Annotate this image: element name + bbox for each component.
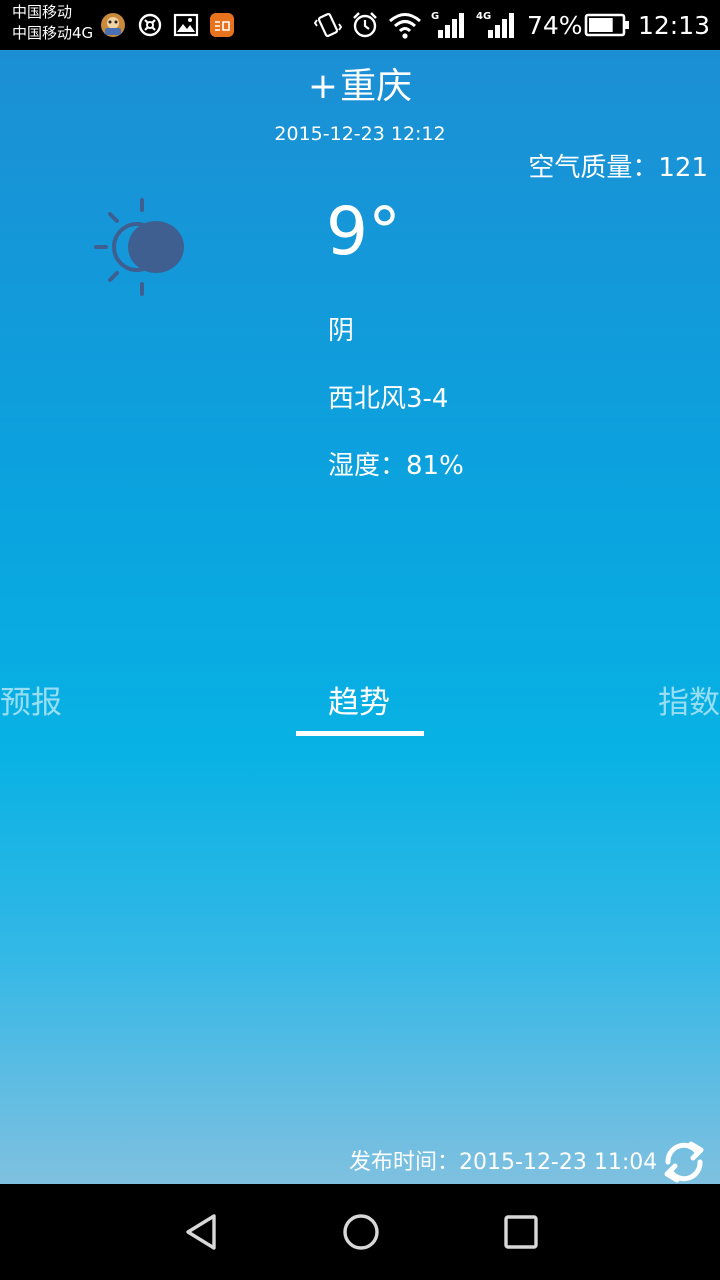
signal-4g-icon: 4G (476, 11, 514, 38)
tab-forecast[interactable]: 预报 (0, 683, 62, 723)
weather-panel: +重庆 2015-12-23 12:12 空气质量：121 9° 阴 西北风3-… (0, 50, 720, 1184)
365-app-icon (210, 13, 234, 37)
city-header[interactable]: +重庆 (0, 66, 720, 108)
vibrate-icon (314, 12, 342, 38)
status-clock: 12:13 (638, 11, 711, 40)
humidity-info: 湿度：81% (328, 451, 464, 481)
air-quality-value: 121 (658, 153, 708, 183)
carrier-label-2: 中国移动4G (12, 24, 94, 42)
weather-date: 2015-12-23 12:12 (274, 123, 446, 145)
alarm-icon (353, 12, 377, 38)
battery-percentage: 74% (527, 11, 583, 40)
phone-screen: 中国移动 中国移动4G G 4G 74% 12:13 +重庆 2015-12-2… (0, 0, 720, 1280)
signal-4g-label: 4G (476, 11, 491, 22)
recents-icon[interactable] (499, 1210, 543, 1254)
navigation-bar (0, 1184, 720, 1280)
air-quality: 空气质量：121 (528, 152, 708, 184)
carrier-label-1: 中国移动 (12, 3, 73, 21)
overcast-sun-icon (94, 198, 184, 296)
city-name: 重庆 (340, 66, 413, 107)
wifi-icon (389, 13, 421, 39)
signal-g-icon: G (431, 11, 464, 38)
game-app-icon (101, 13, 125, 37)
air-quality-label: 空气质量： (528, 153, 659, 183)
battery-icon (584, 13, 629, 37)
weather-condition: 阴 (328, 316, 355, 346)
status-bar: 中国移动 中国移动4G G 4G 74% 12:13 (0, 0, 720, 50)
temperature: 9° (326, 193, 401, 270)
signal-g-label: G (431, 11, 439, 22)
home-icon[interactable] (339, 1210, 383, 1254)
cleaner-app-icon (138, 13, 162, 37)
release-time-value: 2015-12-23 11:04 (459, 1150, 658, 1175)
tab-trend[interactable]: 趋势 (328, 683, 390, 723)
release-time-label: 发布时间： (349, 1150, 460, 1175)
add-city-icon[interactable]: + (308, 66, 338, 107)
release-time: 发布时间：2015-12-23 11:04 (349, 1148, 657, 1178)
back-icon[interactable] (180, 1210, 224, 1254)
tab-index[interactable]: 指数 (658, 683, 720, 723)
image-icon (173, 13, 199, 37)
wind-info: 西北风3-4 (328, 384, 449, 414)
refresh-icon[interactable] (660, 1140, 708, 1184)
active-tab-indicator (296, 731, 424, 736)
